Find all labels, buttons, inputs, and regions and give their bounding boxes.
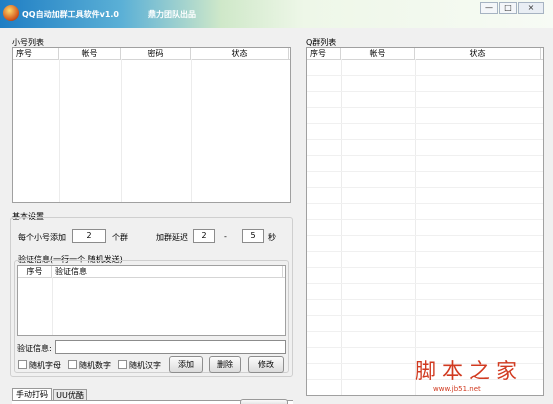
per-account-unit: 个群: [112, 233, 128, 242]
grid-line: [307, 75, 543, 76]
random-digits-checkbox[interactable]: [68, 360, 77, 369]
watermark-url: www.jb51.net: [433, 385, 481, 393]
watermark-brand: 脚本之家: [415, 359, 523, 383]
add-button[interactable]: 添加: [169, 356, 203, 373]
grid-line: [121, 59, 122, 202]
window-subtitle: 鼎力团队出品: [148, 10, 196, 19]
grid-line: [307, 251, 543, 252]
grid-line: [307, 267, 543, 268]
delay-max-input[interactable]: 5: [242, 229, 264, 243]
column-header[interactable]: 状态: [191, 48, 289, 59]
grid-line: [307, 235, 543, 236]
per-account-label: 每个小号添加: [18, 233, 66, 242]
grid-line: [307, 139, 543, 140]
verify-input-label: 验证信息:: [17, 344, 52, 353]
tab-panel-button[interactable]: [240, 399, 288, 404]
delay-separator: -: [224, 232, 227, 241]
verify-list[interactable]: 序号 验证信息: [17, 265, 286, 336]
delete-button[interactable]: 删除: [209, 356, 241, 373]
grid-line: [307, 283, 543, 284]
groups-list-header: 序号 帐号 状态: [307, 48, 543, 60]
column-header[interactable]: 序号: [18, 266, 52, 277]
per-account-input[interactable]: 2: [72, 229, 106, 243]
grid-line: [415, 59, 416, 395]
random-hanzi-checkbox[interactable]: [118, 360, 127, 369]
accounts-list[interactable]: 序号 帐号 密码 状态: [12, 47, 291, 203]
grid-line: [307, 107, 543, 108]
random-hanzi-label: 随机汉字: [129, 361, 161, 370]
maximize-button[interactable]: □: [499, 2, 517, 14]
close-icon: ×: [527, 3, 535, 12]
maximize-icon: □: [504, 3, 512, 12]
random-digits-label: 随机数字: [79, 361, 111, 370]
column-header[interactable]: 密码: [121, 48, 191, 59]
grid-line: [191, 59, 192, 202]
grid-line: [307, 203, 543, 204]
verify-info-input[interactable]: [55, 340, 286, 354]
grid-line: [307, 91, 543, 92]
grid-line: [307, 155, 543, 156]
random-letters-label: 随机字母: [29, 361, 61, 370]
edit-button[interactable]: 修改: [248, 356, 284, 373]
grid-line: [307, 331, 543, 332]
column-header[interactable]: 序号: [307, 48, 341, 59]
minimize-button[interactable]: —: [480, 2, 498, 14]
accounts-list-header: 序号 帐号 密码 状态: [13, 48, 290, 60]
minimize-icon: —: [485, 3, 493, 12]
grid-line: [307, 171, 543, 172]
grid-line: [52, 277, 53, 335]
grid-line: [307, 187, 543, 188]
grid-line: [307, 299, 543, 300]
column-header[interactable]: 状态: [415, 48, 541, 59]
delay-min-input[interactable]: 2: [193, 229, 215, 243]
window-title: QQ自动加群工具软件v1.0: [22, 10, 119, 19]
grid-line: [307, 315, 543, 316]
delay-unit: 秒: [268, 233, 276, 242]
grid-line: [307, 123, 543, 124]
column-header[interactable]: 帐号: [59, 48, 121, 59]
grid-line: [59, 59, 60, 202]
title-bar[interactable]: QQ自动加群工具软件v1.0 鼎力团队出品 — □ ×: [0, 0, 553, 28]
grid-line: [307, 219, 543, 220]
random-letters-checkbox[interactable]: [18, 360, 27, 369]
grid-line: [341, 59, 342, 395]
grid-line: [307, 347, 543, 348]
verify-list-header: 序号 验证信息: [18, 266, 285, 278]
column-header[interactable]: 序号: [13, 48, 59, 59]
column-header[interactable]: 帐号: [341, 48, 415, 59]
app-logo-icon: [3, 5, 19, 21]
delay-label: 加群延迟: [156, 233, 188, 242]
column-header[interactable]: 验证信息: [52, 266, 283, 277]
groups-list[interactable]: 序号 帐号 状态: [306, 47, 544, 396]
close-button[interactable]: ×: [518, 2, 544, 14]
